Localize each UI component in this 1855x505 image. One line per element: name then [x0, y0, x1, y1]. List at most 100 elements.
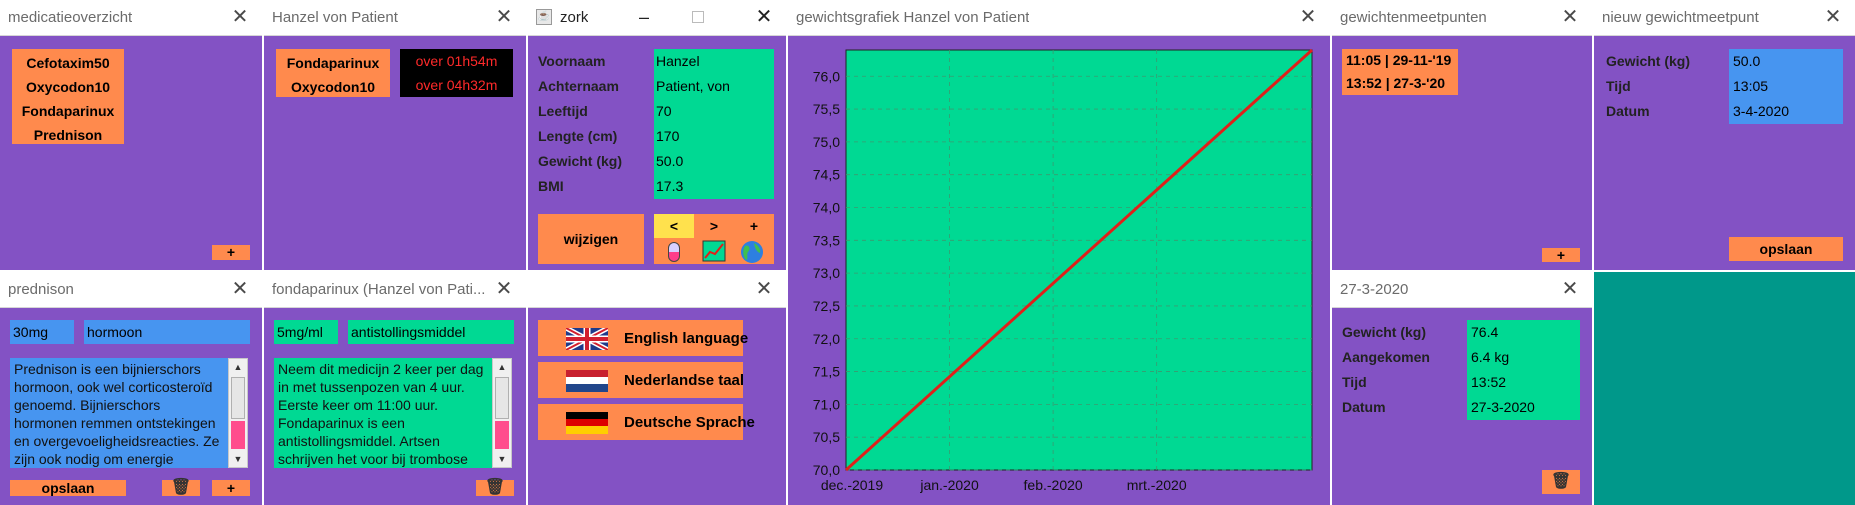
x-tick-label: feb.-2020	[1024, 477, 1083, 493]
y-tick-label: 76,0	[813, 68, 840, 84]
add-button[interactable]: +	[734, 214, 774, 238]
list-item[interactable]: Prednison	[18, 123, 118, 147]
scrollbar-track[interactable]	[495, 377, 509, 419]
list-item[interactable]: 11:05 | 29-11-'19	[1346, 49, 1458, 72]
title-bar[interactable]: fondaparinux (Hanzel von Pati... ✕	[264, 272, 526, 308]
y-tick-label: 75,0	[813, 134, 840, 150]
title-bar[interactable]: ☕ zork – ✕	[528, 0, 786, 36]
close-icon[interactable]: ✕	[228, 4, 252, 30]
category-value: hormoon	[87, 324, 143, 340]
list-item[interactable]: Oxycodon10	[18, 75, 118, 99]
trash-icon[interactable]: 🗑	[162, 480, 200, 496]
field-label: Datum	[1606, 103, 1650, 119]
y-tick-label: 71,5	[813, 364, 840, 380]
description-text: Neem dit medicijn 2 keer per dag in met …	[278, 361, 484, 467]
trash-icon[interactable]: 🗑	[1542, 470, 1580, 494]
field-label: Gewicht (kg)	[1342, 324, 1427, 340]
scrollbar[interactable]: ▲ ▼	[228, 358, 248, 468]
title-bar[interactable]: prednison ✕	[0, 272, 262, 308]
weight-input[interactable]: 50.0	[1733, 53, 1760, 69]
maximize-icon[interactable]	[692, 11, 704, 23]
title-bar[interactable]: gewichtenmeetpunten ✕	[1332, 0, 1592, 36]
y-tick-label: 73,5	[813, 232, 840, 248]
scroll-up-icon[interactable]: ▲	[493, 359, 511, 375]
y-tick-label: 73,0	[813, 265, 840, 281]
title-bar[interactable]: Hanzel von Patient ✕	[264, 0, 526, 36]
language-german-button[interactable]: Deutsche Sprache	[538, 404, 755, 440]
title-bar[interactable]: gewichtsgrafiek Hanzel von Patient ✕	[788, 0, 1330, 36]
y-tick-label: 74,0	[813, 200, 840, 216]
category-field[interactable]: antistollingsmiddel	[348, 320, 514, 344]
description-textarea[interactable]: Neem dit medicijn 2 keer per dag in met …	[274, 358, 492, 468]
language-english-button[interactable]: English language	[538, 320, 748, 356]
scroll-up-icon[interactable]: ▲	[229, 359, 247, 375]
close-icon[interactable]: ✕	[752, 4, 776, 30]
list-item[interactable]: Fondaparinux	[282, 51, 384, 75]
scrollbar-track[interactable]	[231, 377, 245, 419]
measurement-list[interactable]: 11:05 | 29-11-'19 13:52 | 27-3-'20	[1342, 49, 1458, 95]
field-label: Tijd	[1606, 78, 1631, 94]
scrollbar[interactable]: ▲ ▼	[492, 358, 512, 468]
description-textarea[interactable]: Prednison is een bijnierschors hormoon, …	[10, 358, 228, 468]
window-title: gewichtenmeetpunten	[1340, 9, 1487, 26]
window-title: fondaparinux (Hanzel von Pati...	[272, 281, 486, 298]
list-item[interactable]: Cefotaxim50	[18, 51, 118, 75]
prev-button[interactable]: <	[654, 214, 694, 238]
measurement-detail-window: 27-3-2020 ✕ Gewicht (kg) 76.4 Aangekomen…	[1332, 272, 1592, 505]
close-icon[interactable]: ✕	[1821, 4, 1845, 30]
pill-icon[interactable]	[668, 242, 680, 262]
field-label: Voornaam	[538, 53, 606, 69]
language-dutch-button[interactable]: Nederlandse taal	[538, 362, 744, 398]
title-bar[interactable]: nieuw gewichtmeetpunt ✕	[1594, 0, 1855, 36]
field-value: 76.4	[1471, 324, 1499, 340]
close-icon[interactable]: ✕	[228, 276, 252, 302]
patient-medication-list[interactable]: Fondaparinux Oxycodon10	[276, 49, 390, 97]
patient-info-grid: Voornaam Hanzel Achternaam Patient, von …	[538, 49, 774, 199]
scrollbar-thumb[interactable]	[231, 421, 245, 449]
language-label: Deutsche Sprache	[624, 414, 755, 431]
dose-field[interactable]: 5mg/ml	[274, 320, 338, 344]
field-value: 6.4 kg	[1471, 349, 1510, 365]
field-label: Leeftijd	[538, 103, 588, 119]
add-medication-button[interactable]: +	[212, 245, 250, 260]
add-measurement-button[interactable]: +	[1542, 248, 1580, 262]
close-icon[interactable]: ✕	[1296, 4, 1320, 30]
save-button[interactable]: opslaan	[10, 480, 126, 496]
y-tick-label: 72,5	[813, 298, 840, 314]
weight-chart: 70,0 70,5 71,0 71,5 72,0 72,5 73,0 73,5 74,0 74,5…	[813, 48, 1314, 493]
y-tick-label: 75,5	[813, 101, 840, 117]
date-input[interactable]: 3-4-2020	[1733, 103, 1789, 119]
x-tick-label: dec.-2019	[821, 477, 883, 493]
next-button[interactable]: >	[694, 214, 734, 238]
close-icon[interactable]: ✕	[492, 276, 516, 302]
dose-field[interactable]: 30mg	[10, 320, 74, 344]
add-button[interactable]: +	[212, 480, 250, 496]
close-icon[interactable]: ✕	[492, 4, 516, 30]
de-flag-icon	[566, 412, 608, 434]
field-value: 13:52	[1471, 374, 1507, 390]
field-label: Gewicht (kg)	[1606, 53, 1691, 69]
scroll-down-icon[interactable]: ▼	[229, 451, 247, 467]
title-bar[interactable]: 27-3-2020 ✕	[1332, 272, 1592, 308]
category-field[interactable]: hormoon	[84, 320, 250, 344]
close-icon[interactable]: ✕	[1558, 276, 1582, 302]
list-item[interactable]: Fondaparinux	[18, 99, 118, 123]
chart-icon[interactable]	[702, 240, 726, 262]
globe-icon[interactable]	[740, 240, 764, 264]
trash-icon[interactable]: 🗑	[476, 480, 514, 496]
title-bar[interactable]: ✕	[528, 272, 786, 308]
time-input[interactable]: 13:05	[1733, 78, 1768, 94]
medication-list[interactable]: Cefotaxim50 Oxycodon10 Fondaparinux Pred…	[12, 49, 124, 144]
scroll-down-icon[interactable]: ▼	[493, 451, 511, 467]
x-tick-label: mrt.-2020	[1127, 477, 1187, 493]
title-bar[interactable]: medicatieoverzicht ✕	[0, 0, 262, 36]
list-item[interactable]: Oxycodon10	[282, 75, 384, 99]
scrollbar-thumb[interactable]	[495, 421, 509, 449]
window-title: 27-3-2020	[1340, 281, 1409, 298]
close-icon[interactable]: ✕	[1558, 4, 1582, 30]
save-button[interactable]: opslaan	[1729, 237, 1843, 261]
edit-button[interactable]: wijzigen	[538, 214, 644, 264]
list-item[interactable]: 13:52 | 27-3-'20	[1346, 72, 1458, 95]
close-icon[interactable]: ✕	[752, 276, 776, 302]
minimize-icon[interactable]: –	[632, 4, 656, 30]
